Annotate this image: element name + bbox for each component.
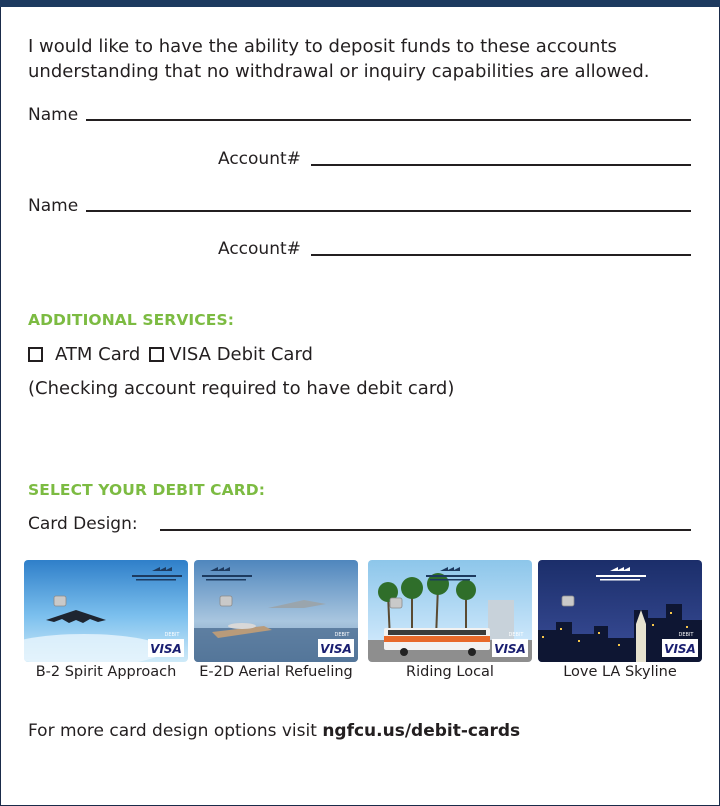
account-label-1: Account# [218,149,301,169]
card-caption-b2: B-2 Spirit Approach [35,664,177,680]
card-e2d-refueling[interactable]: VISA DEBIT [194,560,358,662]
footer-note: For more card design options visit ngfcu… [28,721,520,741]
svg-text:VISA: VISA [150,642,182,656]
debit-card-note: (Checking account required to have debit… [28,378,455,399]
select-debit-card-heading: SELECT YOUR DEBIT CARD: [28,481,266,499]
card-design-label: Card Design: [28,514,138,534]
account-label-2: Account# [218,239,301,259]
top-bar [0,0,720,7]
svg-text:VISA: VISA [664,642,696,656]
name-label-2: Name [28,196,79,216]
account-field-1[interactable] [311,164,691,166]
services-options: ATM Card VISA Debit Card [28,343,313,365]
svg-text:DEBIT: DEBIT [165,632,181,638]
svg-text:DEBIT: DEBIT [679,632,695,638]
additional-services-heading: ADDITIONAL SERVICES: [28,311,235,329]
svg-text:DEBIT: DEBIT [335,632,351,638]
card-caption-skyline: Love LA Skyline [563,664,677,680]
card-riding-local[interactable]: VISA DEBIT [368,560,532,662]
footer-text: For more card design options visit [28,721,323,741]
card-love-la-skyline[interactable]: VISA DEBIT [538,560,702,662]
card-b2-spirit[interactable]: VISA DEBIT [24,560,188,662]
atm-card-label: ATM Card [55,343,141,365]
name-label-1: Name [28,105,79,125]
card-caption-riding: Riding Local [406,664,494,680]
svg-text:DEBIT: DEBIT [509,632,525,638]
card-caption-e2d: E-2D Aerial Refueling [199,664,353,680]
svg-text:VISA: VISA [320,642,352,656]
name-field-1[interactable] [86,119,691,121]
account-field-2[interactable] [311,254,691,256]
visa-debit-checkbox[interactable] [149,346,165,362]
svg-text:VISA: VISA [494,642,526,656]
intro-text: I would like to have the ability to depo… [28,36,650,82]
card-design-field[interactable] [160,529,691,531]
visa-debit-label: VISA Debit Card [169,343,313,365]
atm-card-checkbox[interactable] [28,346,43,362]
name-field-2[interactable] [86,210,691,212]
debit-cards-link[interactable]: ngfcu.us/debit-cards [322,721,520,741]
